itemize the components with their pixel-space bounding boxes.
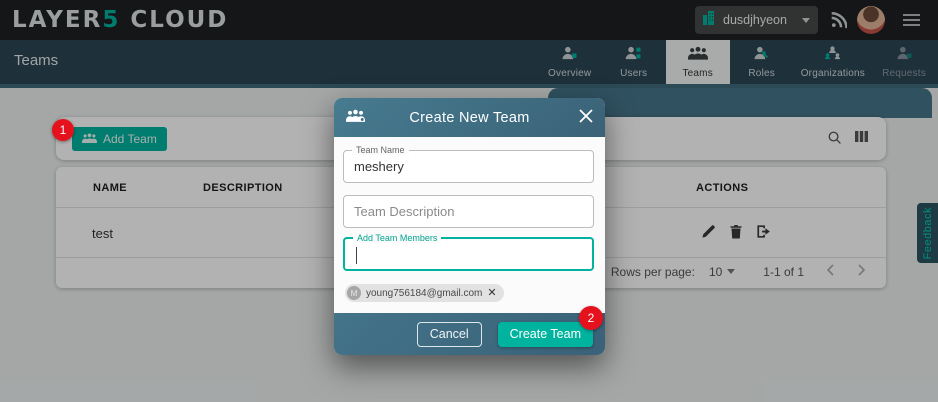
team-description-field-wrapper [343,195,594,228]
add-members-label: Add Team Members [353,233,441,243]
team-name-field-wrapper: Team Name [343,150,594,183]
team-name-input[interactable] [344,151,593,182]
modal-body: Team Name Add Team Members M young756184… [334,137,605,313]
chip-remove-icon[interactable]: ✕ [487,288,496,299]
cancel-button[interactable]: Cancel [417,322,482,347]
member-avatar: M [347,286,361,300]
step-1-badge: 1 [52,119,74,141]
create-team-modal: Create New Team Team Name Add Team Membe… [334,98,605,355]
member-chip: M young756184@gmail.com ✕ [345,284,504,302]
add-members-field-wrapper: Add Team Members [343,237,594,271]
team-description-input[interactable] [344,196,593,227]
close-icon[interactable] [579,109,593,128]
member-email: young756184@gmail.com [366,288,482,299]
create-team-button[interactable]: Create Team [498,322,593,347]
add-members-input[interactable] [345,239,592,269]
modal-header: Create New Team [334,98,605,137]
modal-footer: Cancel Create Team [334,313,605,355]
team-name-label: Team Name [352,145,409,155]
modal-title: Create New Team [334,110,605,126]
text-cursor [356,247,357,264]
app-root: LAYER5 CLOUD dusdjhyeon Teams Overview [0,0,938,402]
step-2-badge: 2 [579,306,603,330]
